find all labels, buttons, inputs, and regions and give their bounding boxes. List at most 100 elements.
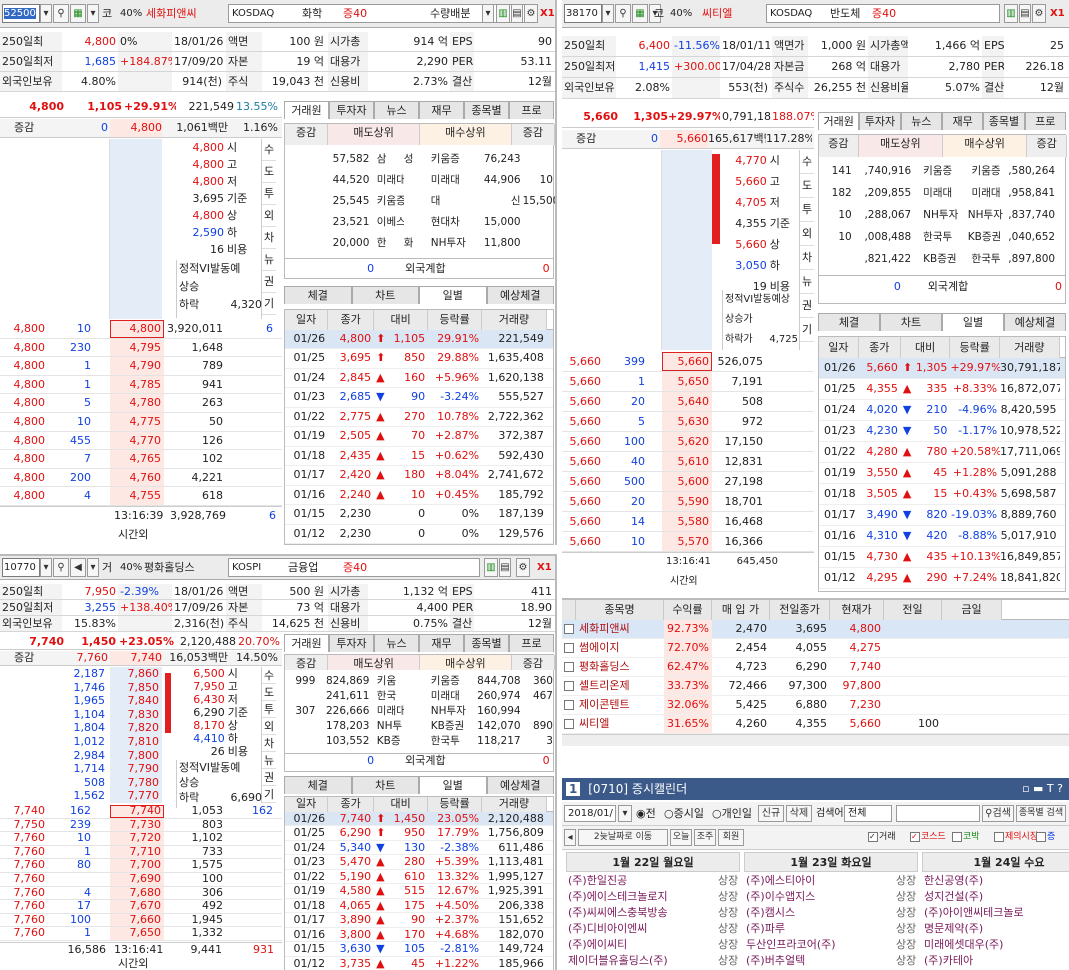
side-menu[interactable]: 수도투외차뉴권기	[799, 150, 814, 350]
book-cell[interactable]: 7,720	[110, 832, 164, 845]
down-icon[interactable]: ▾	[87, 4, 99, 23]
calendar-item[interactable]: 미래에셋대우(주)	[924, 937, 1003, 953]
book-cell[interactable]: 7,650	[110, 927, 164, 940]
book-cell[interactable]: 4,785	[110, 375, 164, 394]
watchlist-header-cell[interactable]: 종목명	[576, 600, 664, 620]
book-cell[interactable]: 7,660	[110, 913, 164, 927]
doc-icon[interactable]: ▥	[1004, 4, 1018, 23]
daily-tab-3[interactable]: 예상체결	[1004, 313, 1066, 331]
side-menu-item[interactable]: 도	[262, 161, 276, 183]
book-cell[interactable]: 5,600	[662, 472, 712, 491]
book-cell[interactable]: 7,700	[110, 859, 164, 872]
book-cell[interactable]: 4,765	[110, 450, 164, 468]
tab-1[interactable]: 투자자	[329, 101, 374, 119]
tab-4[interactable]: 종목별	[983, 112, 1025, 130]
cal-nav-button-0[interactable]: 2늦날짜로 이동	[578, 829, 668, 846]
watchlist-row[interactable]: 평화홀딩스 62.47% 4,723 6,290 7,740	[562, 658, 1069, 677]
daily-tab-0[interactable]: 체결	[284, 286, 352, 304]
book-cell[interactable]: 4,760	[110, 468, 164, 487]
book-cell[interactable]: 7,680	[110, 886, 164, 900]
ask-price[interactable]: 7,800	[110, 749, 162, 762]
side-menu-item[interactable]: 수	[262, 139, 276, 161]
daily-tab-2[interactable]: 일별	[419, 286, 487, 304]
date-input[interactable]: 2018/01/	[564, 805, 616, 822]
calendar-item[interactable]: (주)에이씨티	[568, 937, 627, 953]
ask-price[interactable]: 7,810	[110, 735, 162, 748]
delete-button[interactable]: 삭제	[786, 805, 812, 822]
watchlist-header-cell[interactable]: 전일	[884, 600, 942, 620]
doc-icon[interactable]: ▥	[484, 558, 498, 577]
side-menu-item[interactable]: 기	[262, 293, 276, 315]
opt-all[interactable]: ◉전	[636, 805, 656, 822]
watchlist-scrollbar[interactable]	[562, 734, 1069, 746]
gear-icon[interactable]: ⚙	[524, 4, 538, 23]
calendar-item[interactable]: (주)디비아이엔씨	[568, 921, 647, 937]
daily-tab-3[interactable]: 예상체결	[486, 776, 554, 794]
watchlist-row sel-row[interactable]: 세화피앤씨 92.73% 2,470 3,695 4,800	[562, 620, 1069, 639]
side-menu-item[interactable]: 기	[262, 786, 276, 803]
tab-3[interactable]: 재무	[419, 101, 464, 119]
row-checkbox[interactable]	[564, 700, 574, 710]
side-menu-item[interactable]: 투	[262, 183, 276, 205]
row-checkbox[interactable]	[564, 681, 574, 691]
calendar-item[interactable]: (주)아이앤씨테크놀로	[924, 905, 1024, 921]
tab-5[interactable]: 프로	[509, 634, 554, 652]
book-cell[interactable]: 4,795	[110, 338, 164, 357]
ask-price[interactable]: 7,820	[110, 721, 162, 734]
calendar-item[interactable]: 한신공영(주)	[924, 873, 983, 889]
window-controls[interactable]: ▫ ▬ T ?	[1022, 778, 1063, 800]
grid-icon[interactable]: ▤	[499, 558, 511, 577]
side-menu-item[interactable]: 도	[800, 174, 814, 198]
side-menu-item[interactable]: 차	[262, 227, 276, 249]
side-menu-item[interactable]: 차	[800, 246, 814, 270]
daily-tab-0[interactable]: 체결	[818, 313, 880, 331]
tab-5[interactable]: 프로	[1024, 112, 1066, 130]
tab-1[interactable]: 투자자	[859, 112, 901, 130]
cal-back-button[interactable]: ◂	[564, 829, 576, 846]
watchlist-header-cell[interactable]: 매 입 가	[712, 600, 770, 620]
speaker-icon[interactable]: ◀	[70, 558, 86, 577]
daily-tab-0[interactable]: 체결	[284, 776, 352, 794]
daily-tab-1[interactable]: 차트	[351, 776, 419, 794]
side-menu-item[interactable]: 도	[262, 684, 276, 701]
book-cell[interactable]: 5,590	[662, 492, 712, 511]
calendar-item[interactable]: (주)카테아	[924, 953, 973, 969]
side-menu-item[interactable]: 뉴	[800, 270, 814, 294]
grid-icon[interactable]: ▤	[1019, 4, 1031, 23]
side-menu-item[interactable]: 기	[800, 318, 814, 342]
row-checkbox[interactable]	[564, 624, 574, 634]
tab-5[interactable]: 프로	[509, 101, 554, 119]
book-cell[interactable]: 7,670	[110, 900, 164, 913]
book-cell[interactable]: 4,775	[110, 413, 164, 431]
book-cell[interactable]: 4,800	[110, 320, 164, 338]
side-menu-item[interactable]: 뉴	[262, 249, 276, 271]
watchlist-row[interactable]: 셀트리온제 33.73% 72,466 97,300 97,800	[562, 677, 1069, 696]
row-checkbox[interactable]	[564, 719, 574, 729]
chart-icon[interactable]: ▦	[70, 4, 86, 23]
calendar-item[interactable]: 명문제약(주)	[924, 921, 983, 937]
filter-checkbox-4[interactable]: 증	[1036, 829, 1055, 846]
stock-code-input[interactable]: 10770	[2, 558, 40, 577]
calendar-item[interactable]: (주)씨씨에스충북방송	[568, 905, 668, 921]
tab-0[interactable]: 거래원	[818, 112, 860, 130]
tab-0[interactable]: 거래원	[284, 634, 329, 652]
side-menu-item[interactable]: 권	[262, 271, 276, 293]
search-icon[interactable]: ⚲	[53, 558, 69, 577]
ask-price[interactable]: 7,860	[110, 667, 162, 680]
book-cell[interactable]: 7,740	[110, 805, 164, 818]
side-menu-item[interactable]: 뉴	[262, 752, 276, 769]
watchlist-row[interactable]: 제이콘텐트 32.06% 5,425 6,880 7,230	[562, 696, 1069, 715]
close-icon[interactable]: X1	[1050, 4, 1065, 23]
cal-nav-button-3[interactable]: 회원	[718, 829, 744, 846]
side-menu-item[interactable]: 외	[800, 222, 814, 246]
tab-4[interactable]: 종목별	[464, 634, 509, 652]
close-icon[interactable]: X1	[540, 4, 555, 23]
ask-price[interactable]: 7,850	[110, 681, 162, 694]
cal-nav-button-2[interactable]: 조주	[694, 829, 716, 846]
filter-checkbox-3[interactable]: 제의시장	[994, 829, 1038, 846]
side-menu-item[interactable]: 투	[800, 198, 814, 222]
ask-price[interactable]: 7,780	[110, 776, 162, 789]
book-cell[interactable]: 5,570	[662, 532, 712, 551]
by-stock-search-button[interactable]: 종목별 검색	[1016, 805, 1066, 822]
gear-icon[interactable]: ⚙	[516, 558, 530, 577]
